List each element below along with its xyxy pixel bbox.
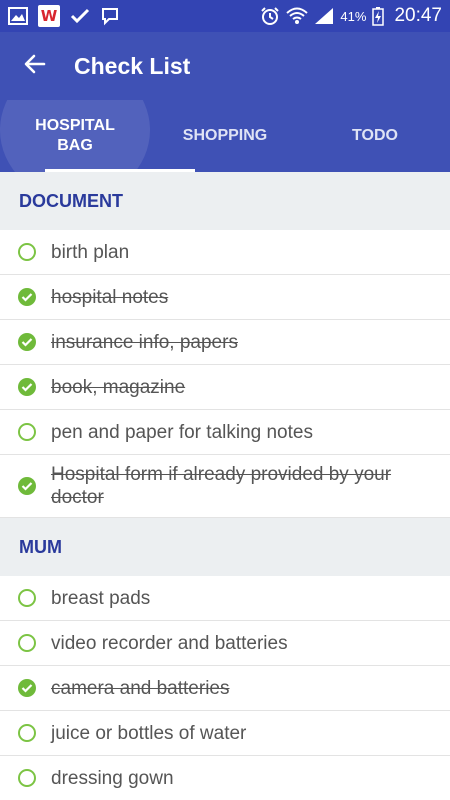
app-bar: Check List (0, 32, 450, 100)
gallery-icon (8, 7, 28, 25)
checked-circle-icon[interactable] (18, 679, 36, 697)
item-text: hospital notes (51, 286, 169, 308)
tab-label: HOSPITAL BAG (35, 117, 115, 154)
item-text: birth plan (51, 241, 130, 263)
section-header-document: DOCUMENT (0, 172, 450, 230)
tab-label: SHOPPING (182, 127, 268, 144)
tab-label: TODO (352, 127, 398, 144)
list-item[interactable]: insurance info, papers (0, 320, 450, 365)
checked-circle-icon[interactable] (18, 477, 36, 495)
wifi-icon (286, 7, 309, 25)
list-item[interactable]: camera and batteries (0, 666, 450, 711)
signal-icon (314, 7, 334, 25)
unchecked-circle-icon[interactable] (18, 724, 36, 742)
list-item[interactable]: video recorder and batteries (0, 621, 450, 666)
status-bar: W 41% 20:47 (0, 0, 450, 32)
unchecked-circle-icon[interactable] (18, 769, 36, 787)
unchecked-circle-icon[interactable] (18, 634, 36, 652)
list-item[interactable]: juice or bottles of water (0, 711, 450, 756)
unchecked-circle-icon[interactable] (18, 589, 36, 607)
battery-charging-icon (372, 6, 385, 26)
item-text: pen and paper for talking notes (51, 421, 313, 443)
tab-todo[interactable]: TODO (300, 100, 450, 172)
checked-circle-icon[interactable] (18, 288, 36, 306)
tab-hospital-bag[interactable]: HOSPITAL BAG (0, 100, 150, 172)
list-item[interactable]: hospital notes (0, 275, 450, 320)
clock: 20:47 (394, 5, 442, 26)
arrow-left-icon (23, 52, 47, 81)
page-title: Check List (74, 52, 191, 79)
item-text: breast pads (51, 587, 151, 609)
checked-circle-icon[interactable] (18, 378, 36, 396)
tab-bar: HOSPITAL BAG SHOPPING TODO (0, 100, 450, 172)
alarm-icon (260, 6, 280, 26)
item-text: camera and batteries (51, 677, 230, 699)
check-icon (70, 8, 90, 24)
unchecked-circle-icon[interactable] (18, 243, 36, 261)
w-app-icon: W (38, 5, 60, 27)
list-item[interactable]: birth plan (0, 230, 450, 275)
checked-circle-icon[interactable] (18, 333, 36, 351)
back-button[interactable] (0, 32, 70, 100)
list-item[interactable]: breast pads (0, 576, 450, 621)
item-text: video recorder and batteries (51, 632, 288, 654)
battery-percent: 41% (340, 8, 367, 24)
list-item[interactable]: pen and paper for talking notes (0, 410, 450, 455)
item-text: insurance info, papers (51, 331, 238, 353)
list-item[interactable]: Hospital form if already provided by you… (0, 455, 450, 518)
list-item[interactable]: book, magazine (0, 365, 450, 410)
chat-icon (100, 6, 120, 26)
checklist: DOCUMENT birth plan hospital notes insur… (0, 172, 450, 800)
list-item[interactable]: dressing gown (0, 756, 450, 800)
unchecked-circle-icon[interactable] (18, 423, 36, 441)
item-text: juice or bottles of water (51, 722, 247, 744)
section-header-mum: MUM (0, 518, 450, 576)
item-text: book, magazine (51, 376, 186, 398)
item-text: Hospital form if already provided by you… (51, 464, 392, 508)
item-text: dressing gown (51, 767, 174, 789)
tab-shopping[interactable]: SHOPPING (150, 100, 300, 172)
